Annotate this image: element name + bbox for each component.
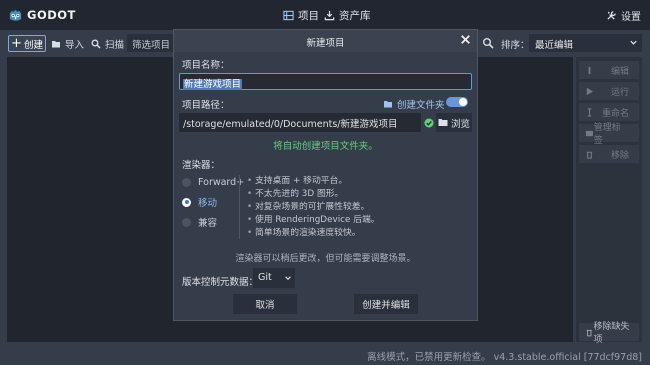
logo-text: GODOT	[27, 8, 76, 22]
create-folder-option[interactable]: 创建文件夹	[383, 97, 445, 111]
renderer-description-line: 不太先进的 3D 图形。	[247, 188, 380, 201]
tab-projects-label: 项目	[298, 10, 319, 22]
renderer-option-label: 移动	[198, 198, 218, 209]
folder-icon	[438, 119, 448, 126]
create-folder-toggle[interactable]	[446, 97, 468, 107]
vcs-metadata-select[interactable]: Git	[253, 268, 295, 288]
dialog-title: 新建项目	[306, 38, 345, 49]
settings-label: 设置	[621, 12, 641, 23]
status-bar-text: 离线模式，已禁用更新检查。 v4.3.stable.official [77dc…	[367, 352, 642, 363]
vcs-metadata-label: 版本控制元数据：	[182, 277, 259, 288]
renderer-option-forward-plus[interactable]: Forward+	[182, 176, 244, 188]
renderer-description-line: 使用 RenderingDevice 后端。	[247, 214, 380, 227]
radio-button	[182, 177, 191, 187]
scan-button[interactable]: 扫描	[91, 35, 124, 52]
close-icon[interactable]	[459, 33, 472, 46]
trash-icon	[586, 329, 592, 336]
text-cursor-icon	[587, 107, 592, 117]
remove-missing-label: 移除缺失项	[593, 322, 630, 345]
radio-button-selected	[182, 197, 191, 207]
renderer-description: 支持桌面 + 移动平台。 不太先进的 3D 图形。 对复杂场景的可扩展性较差。 …	[247, 175, 380, 240]
renderer-option-mobile[interactable]: 移动	[182, 196, 218, 209]
filter-projects-input[interactable]: 筛选项目	[127, 34, 173, 52]
edit-label: 编辑	[610, 66, 629, 77]
godot-logo: GODOT	[8, 7, 76, 23]
import-label: 导入	[65, 39, 85, 51]
remove-label: 移除	[610, 150, 629, 161]
browse-label: 浏览	[450, 118, 470, 130]
dialog-titlebar: 新建项目	[174, 30, 477, 52]
edit-icon	[588, 66, 591, 74]
radio-button	[182, 217, 191, 227]
sort-order-value: 最近编辑	[535, 40, 574, 51]
create-and-edit-button[interactable]: 创建并编辑	[354, 294, 418, 314]
tab-projects[interactable]: 项目	[283, 8, 319, 23]
project-list-icon	[283, 10, 294, 21]
project-path-label: 项目路径：	[182, 100, 230, 111]
run-project-button[interactable]: 运行	[579, 82, 639, 100]
folder-icon	[384, 101, 392, 108]
remove-missing-button[interactable]: 移除缺失项	[579, 322, 639, 345]
vcs-metadata-value: Git	[258, 272, 272, 283]
trash-icon	[586, 151, 593, 159]
remove-project-button[interactable]: 移除	[579, 145, 639, 163]
search-icon	[91, 39, 101, 49]
renderer-description-line: 对复杂场景的可扩展性较差。	[247, 201, 380, 214]
create-project-button[interactable]: + 创建	[8, 35, 46, 52]
chevron-down-icon	[630, 40, 637, 45]
project-name-input[interactable]: 新建游戏项目	[179, 73, 472, 90]
manage-tags-button[interactable]: 管理标签	[579, 123, 639, 146]
chevron-down-icon	[285, 276, 291, 280]
project-actions-panel: 编辑 运行 重命名 管理标签 移除 移除缺失项	[576, 57, 642, 345]
create-label: 创建	[23, 39, 43, 51]
check-circle-icon	[424, 118, 434, 128]
godot-logo-icon	[9, 9, 22, 21]
import-button[interactable]: 导入	[51, 35, 84, 52]
rename-project-button[interactable]: 重命名	[579, 103, 639, 121]
toggle-knob	[459, 98, 467, 106]
project-name-value: 新建游戏项目	[183, 79, 243, 90]
project-path-input[interactable]: /storage/emulated/0/Documents/新建游戏项目	[179, 113, 421, 132]
sort-order-select[interactable]: 最近编辑	[529, 34, 642, 52]
tools-icon	[607, 11, 616, 20]
path-status-message: 将自动创建项目文件夹。	[273, 141, 378, 152]
tab-asset-library-label: 资产库	[339, 10, 371, 22]
scan-label: 扫描	[105, 39, 125, 51]
run-label: 运行	[610, 87, 629, 98]
sort-label: 排序：	[501, 40, 530, 51]
rename-label: 重命名	[601, 108, 629, 119]
browse-button[interactable]: 浏览	[436, 113, 472, 132]
tag-icon	[585, 130, 593, 136]
renderer-label: 渲染器：	[182, 160, 221, 171]
play-icon	[586, 87, 594, 95]
top-bar: GODOT 项目 资产库 设置	[0, 0, 650, 30]
tab-asset-library[interactable]: 资产库	[324, 8, 371, 23]
renderer-divider	[239, 175, 240, 239]
renderer-note: 渲染器可以稍后更改，但可能需要调整场景。	[235, 254, 416, 264]
cancel-button[interactable]: 取消	[233, 294, 297, 314]
search-icon	[483, 38, 494, 49]
new-project-dialog: 新建项目 项目名称： 新建游戏项目 项目路径： 创建文件夹 /storage/e…	[173, 29, 478, 321]
manage-tags-label: 管理标签	[593, 123, 621, 146]
edit-project-button[interactable]: 编辑	[579, 61, 639, 79]
project-name-label: 项目名称：	[182, 60, 230, 71]
renderer-option-label: Forward+	[198, 176, 245, 188]
renderer-option-label: 兼容	[198, 218, 218, 229]
renderer-description-line: 支持桌面 + 移动平台。	[247, 175, 380, 188]
settings-button[interactable]: 设置	[606, 8, 641, 23]
create-folder-label: 创建文件夹	[397, 100, 445, 111]
folder-open-icon	[52, 40, 60, 47]
asset-library-icon	[324, 10, 335, 21]
plus-icon: +	[11, 35, 22, 51]
renderer-description-line: 简单场景的渲染速度较快。	[247, 227, 380, 240]
renderer-option-compatibility[interactable]: 兼容	[182, 216, 218, 229]
